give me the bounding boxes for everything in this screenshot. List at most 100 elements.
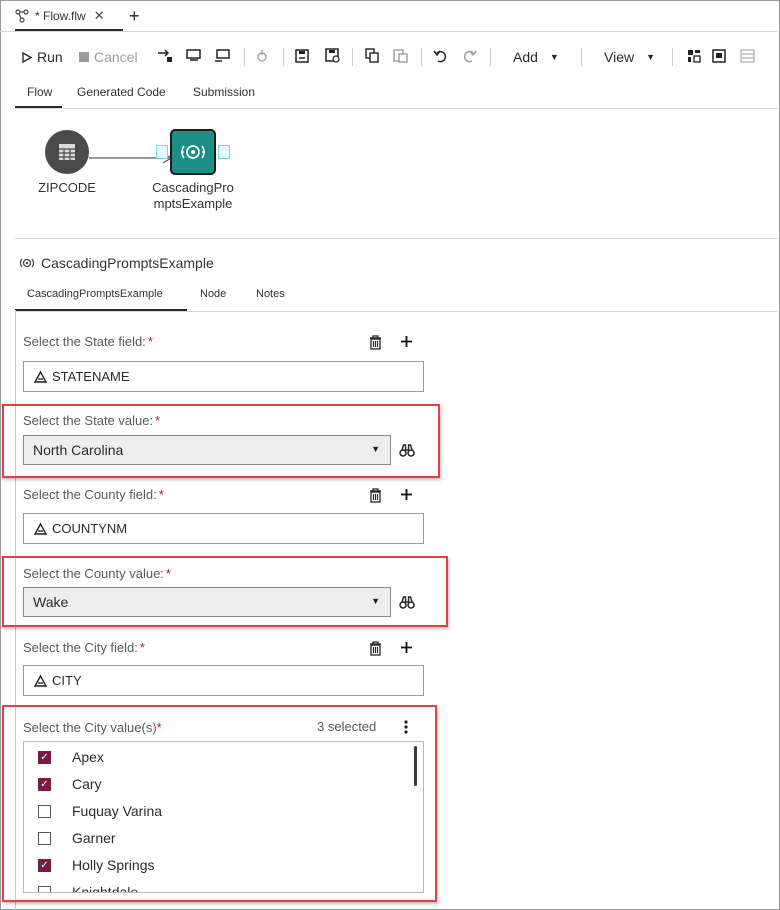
redo-button[interactable] [461,46,477,68]
run-button[interactable]: Run [22,46,63,68]
city-values-list[interactable]: ✓ Apex ✓ Cary Fuquay Varina Garner ✓ Holly Spri… [23,741,424,893]
table-icon [58,143,76,161]
save-as-button[interactable] [325,46,340,68]
state-value-select[interactable]: North Carolina ▼ [23,435,391,465]
list-item[interactable]: ✓ Apex [24,747,104,767]
plus-icon[interactable] [397,638,415,656]
county-value-label: Select the County value: * [23,566,171,581]
list-item[interactable]: Garner [24,828,116,848]
list-item-label: Apex [72,749,104,765]
binoculars-icon[interactable] [398,441,416,459]
custom-step-icon [19,256,35,270]
list-item-label: Cary [72,776,102,792]
trash-icon[interactable] [366,486,384,504]
view-menu-button[interactable]: View ▼ [604,46,655,68]
tab-generated-code[interactable]: Generated Code [77,85,166,99]
tab-submission[interactable]: Submission [193,85,255,99]
close-tab-icon[interactable]: ✕ [94,8,105,24]
custom-step-icon [179,141,207,163]
list-item[interactable]: Knightdale [24,882,138,892]
selected-count: 3 selected [317,719,377,734]
tab-flow[interactable]: Flow [27,85,52,99]
paste-button[interactable] [393,46,408,68]
toolbar-separator [490,48,491,66]
save-button[interactable] [295,46,309,68]
more-options-icon[interactable] [397,718,415,736]
city-field-value: CITY [52,673,82,688]
city-values-label-text: Select the City value(s) [23,720,157,735]
tab-divider [0,31,778,32]
cascading-node-label: CascadingPro mptsExample [143,180,243,212]
step-over-icon [186,48,202,66]
checkbox[interactable]: ✓ [38,750,51,764]
chevron-down-icon: ▼ [371,444,380,454]
tab-node[interactable]: Node [200,288,226,300]
step-out-button[interactable] [214,46,230,68]
tab-notes[interactable]: Notes [256,288,285,300]
checkbox[interactable] [38,804,51,818]
required-marker: * [156,720,162,735]
list-item[interactable]: Fuquay Varina [24,801,162,821]
scrollbar[interactable] [414,746,417,786]
cascading-prompts-node[interactable] [170,129,216,175]
undo-icon [433,49,449,66]
panel-tab-divider [15,311,778,312]
cancel-button[interactable]: Cancel [79,46,138,68]
city-field-label-text: Select the City field: [23,640,138,655]
required-marker: * [139,640,145,655]
character-column-icon [34,522,47,535]
state-field-label: Select the State field: * [23,334,153,349]
plus-icon[interactable] [397,485,415,503]
state-field-input[interactable]: STATENAME [23,361,424,392]
checkbox[interactable]: ✓ [38,777,51,791]
checkbox[interactable]: ✓ [38,858,51,872]
list-item-label: Holly Springs [72,857,155,873]
save-as-icon [325,48,340,66]
step-over-button[interactable] [186,46,202,68]
county-field-label-text: Select the County field: [23,487,157,502]
list-item[interactable]: ✓ Holly Springs [24,855,154,875]
input-port[interactable] [156,145,168,159]
list-item[interactable]: ✓ Cary [24,774,102,794]
add-tab-button[interactable]: + [129,6,140,27]
add-menu-button[interactable]: Add ▼ [513,46,559,68]
cancel-label: Cancel [94,49,138,65]
properties-button[interactable] [740,46,755,68]
tab-cascading-prompts[interactable]: CascadingPromptsExample [27,288,163,300]
view-menu-label: View [604,49,635,65]
chevron-down-icon: ▼ [646,52,656,62]
list-item-label: Fuquay Varina [72,803,163,819]
county-field-value: COUNTYNM [52,521,128,536]
city-field-label: Select the City field: * [23,640,145,655]
required-marker: * [158,487,164,502]
plus-icon[interactable] [397,332,415,350]
panel-icon [712,48,726,66]
undo-button[interactable] [433,46,449,68]
step-in-button[interactable] [157,46,173,68]
county-value-selected: Wake [33,594,69,610]
layout-button[interactable] [687,46,701,68]
zipcode-node[interactable] [45,130,89,174]
checkbox[interactable] [38,831,51,845]
binoculars-icon[interactable] [398,593,416,611]
chevron-down-icon: ▼ [371,596,380,606]
county-value-select[interactable]: Wake ▼ [23,587,391,617]
file-tab[interactable]: * Flow.flw ✕ [15,4,105,28]
state-value-label-text: Select the State value: [23,413,154,428]
list-item-label: Garner [72,830,116,846]
panel-button[interactable] [712,46,726,68]
trash-icon[interactable] [366,639,384,657]
pin-button[interactable] [256,46,268,68]
checkbox[interactable] [38,885,51,892]
copy-button[interactable] [365,46,380,68]
run-icon [22,51,32,63]
toolbar-separator [244,48,245,66]
trash-icon[interactable] [366,333,384,351]
city-field-input[interactable]: CITY [23,665,424,696]
properties-icon [740,48,755,66]
save-icon [295,48,309,66]
county-field-input[interactable]: COUNTYNM [23,513,424,544]
output-port[interactable] [218,145,230,159]
flow-canvas[interactable] [15,109,778,237]
redo-icon [461,49,477,66]
